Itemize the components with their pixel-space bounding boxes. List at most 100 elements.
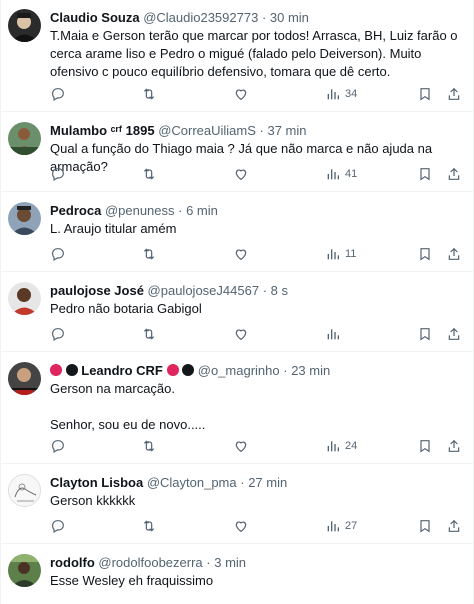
views-count: 34 [345,88,358,100]
retweet-icon [143,88,155,100]
retweet-button[interactable] [141,85,157,103]
tweet[interactable]: Claudio Souza @Claudio23592773 · 30 min … [1,0,474,112]
tweet-feed: Claudio Souza @Claudio23592773 · 30 min … [0,0,474,604]
reply-icon [52,328,64,342]
avatar[interactable] [8,282,41,315]
retweet-button[interactable] [141,245,157,263]
author-name[interactable]: Pedroca [50,203,101,218]
retweet-button[interactable] [141,437,157,455]
reply-icon [52,248,64,262]
like-button[interactable] [233,165,249,183]
views-icon [327,329,339,340]
author-name[interactable]: rodolfo [50,555,95,570]
bookmark-button[interactable] [417,437,433,455]
tweet-header: Claudio Souza @Claudio23592773 · 30 min [50,10,309,25]
author-handle[interactable]: @o_magrinho [198,363,280,378]
share-button[interactable] [446,517,462,535]
author-handle[interactable]: @Clayton_pma [147,475,237,490]
author-handle[interactable]: @CorreaUiliamS [158,123,256,138]
views-icon [327,89,339,100]
author-name[interactable]: Leandro CRF [81,363,163,378]
tweet-text: Pedro não botaria Gabigol [50,301,202,316]
tweet-text: Gerson na marcação. Senhor, sou eu de no… [50,381,206,432]
tweet-actions: 34 [50,85,468,103]
author-name[interactable]: Clayton Lisboa [50,475,143,490]
views-button[interactable]: 41 [325,165,357,183]
tweet[interactable]: paulojose José @paulojoseJ44567 · 8 s Pe… [1,272,474,352]
retweet-button[interactable] [141,517,157,535]
timestamp[interactable]: 23 min [291,363,330,378]
bookmark-button[interactable] [417,517,433,535]
timestamp[interactable]: 30 min [270,10,309,25]
views-button[interactable]: 24 [325,437,357,455]
retweet-button[interactable] [141,325,157,343]
reply-button[interactable] [50,437,66,455]
tweet[interactable]: Mulambo ᶜʳᶠ 1895 @CorreaUiliamS · 37 min… [1,112,474,192]
retweet-button[interactable] [141,165,157,183]
bookmark-button[interactable] [417,85,433,103]
views-icon [327,249,339,260]
tweet-actions: 11 [50,245,468,263]
views-count: 41 [345,168,358,180]
bookmark-button[interactable] [417,245,433,263]
tweet-actions: 27 [50,517,468,535]
timestamp[interactable]: 37 min [267,123,306,138]
views-button[interactable]: 34 [325,85,357,103]
timestamp[interactable]: 3 min [214,555,246,570]
share-button[interactable] [446,85,462,103]
author-handle[interactable]: @rodolfoobezerra [98,555,202,570]
author-name[interactable]: Mulambo ᶜʳᶠ 1895 [50,123,155,138]
share-button[interactable] [446,325,462,343]
tweet[interactable]: Leandro CRF @o_magrinho · 23 min Gerson … [1,352,474,464]
avatar[interactable] [8,9,41,42]
share-icon [448,247,460,260]
tweet[interactable]: Clayton Lisboa @Clayton_pma · 27 min Ger… [1,464,474,544]
tweet-text: L. Araujo titular amém [50,221,177,236]
timestamp[interactable]: 6 min [186,203,218,218]
like-button[interactable] [233,245,249,263]
retweet-icon [143,440,155,452]
reply-button[interactable] [50,325,66,343]
tweet-header: rodolfo @rodolfoobezerra · 3 min [50,555,247,570]
author-name[interactable]: Claudio Souza [50,10,140,25]
reply-button[interactable] [50,245,66,263]
like-button[interactable] [233,517,249,535]
avatar[interactable] [8,362,41,395]
bookmark-button[interactable] [417,165,433,183]
bookmark-button[interactable] [417,325,433,343]
reply-button[interactable] [50,517,66,535]
reply-icon [52,440,64,454]
author-handle[interactable]: @penuness [105,203,175,218]
like-icon [235,329,247,341]
share-button[interactable] [446,165,462,183]
avatar[interactable] [8,554,41,587]
author-handle[interactable]: @paulojoseJ44567 [148,283,260,298]
like-button[interactable] [233,85,249,103]
reply-button[interactable] [50,165,66,183]
timestamp[interactable]: 27 min [248,475,287,490]
bookmark-icon [420,88,430,101]
views-button[interactable]: 27 [325,517,357,535]
share-button[interactable] [446,245,462,263]
views-icon [327,521,339,532]
share-icon [448,167,460,180]
retweet-icon [143,168,155,180]
tweet-header: Leandro CRF @o_magrinho · 23 min [50,363,330,379]
like-button[interactable] [233,325,249,343]
author-handle[interactable]: @Claudio23592773 [143,10,258,25]
author-name[interactable]: paulojose José [50,283,144,298]
share-button[interactable] [446,437,462,455]
tweet-header: paulojose José @paulojoseJ44567 · 8 s [50,283,288,298]
avatar[interactable] [8,474,41,507]
avatar[interactable] [8,202,41,235]
views-button[interactable]: 11 [325,245,356,263]
tweet[interactable]: Pedroca @penuness · 6 min L. Araujo titu… [1,192,474,272]
avatar[interactable] [8,122,41,155]
tweet[interactable]: rodolfo @rodolfoobezerra · 3 min Esse We… [1,544,474,604]
timestamp[interactable]: 8 s [271,283,288,298]
views-button[interactable] [325,325,345,343]
reply-button[interactable] [50,85,66,103]
like-button[interactable] [233,437,249,455]
red-circle-icon [50,364,62,376]
bookmark-icon [420,328,430,341]
